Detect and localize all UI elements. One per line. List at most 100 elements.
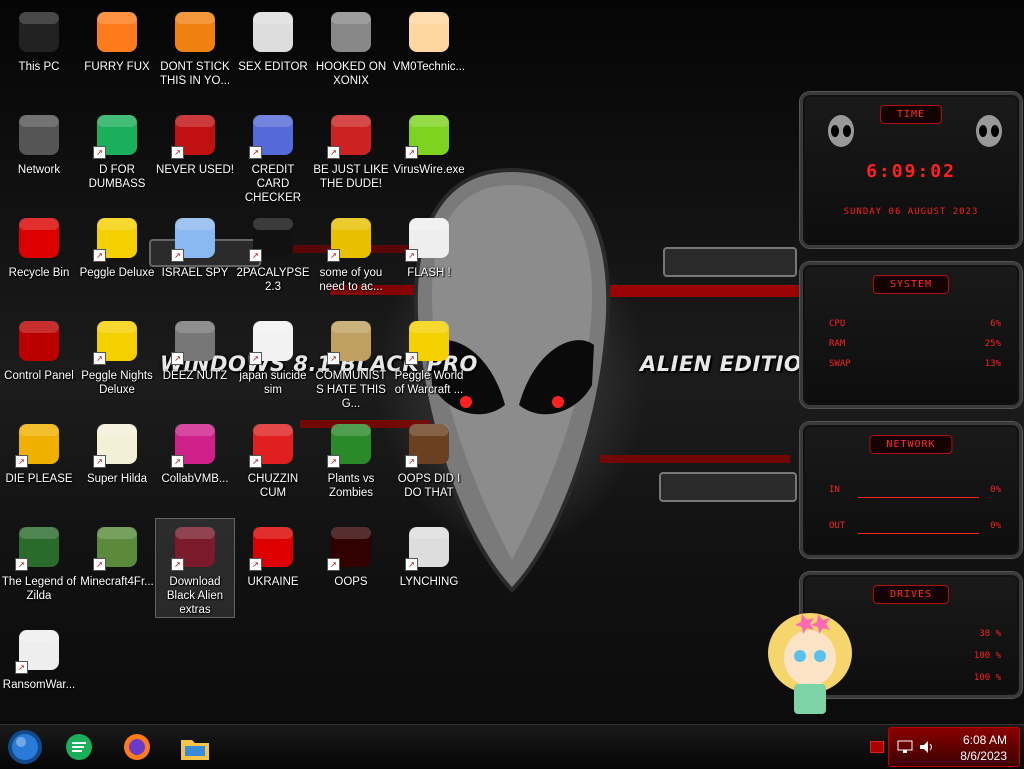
desktop-icon-label: Peggle Nights Deluxe [81, 370, 153, 396]
minecraft-icon: ↗ [93, 523, 141, 571]
desktop-icon[interactable]: ↗ LYNCHING [390, 519, 468, 589]
desktop-icon[interactable]: VM0Technic... [390, 4, 468, 74]
desktop-icon[interactable]: ↗ FLASH ! [390, 210, 468, 280]
desktop-icon-label: RansomWar... [2, 679, 76, 691]
shortcut-arrow-icon: ↗ [249, 352, 262, 365]
network-tray-icon[interactable] [897, 740, 913, 754]
start-button[interactable] [6, 728, 44, 766]
radiation-icon: ↗ [249, 523, 297, 571]
desktop-icon[interactable]: ↗ NEVER USED! [156, 107, 234, 177]
tray-clock[interactable]: 6:08 AM 8/6/2023 [960, 732, 1007, 764]
desktop-icon[interactable]: ↗ VirusWire.exe [390, 107, 468, 177]
desktop-icon[interactable]: ↗ DIE PLEASE [0, 416, 78, 486]
desktop-icon[interactable]: This PC [0, 4, 78, 74]
desktop-icon[interactable]: ↗ COMMUNISTS HATE THIS G... [312, 313, 390, 411]
desktop-icon[interactable]: ↗ BE JUST LIKE THE DUDE! [312, 107, 390, 191]
network-out-row: OUT 0% [829, 521, 1001, 531]
desktop-icon-label: NEVER USED! [156, 164, 234, 176]
desktop-icon[interactable]: ↗ Plants vs Zombies [312, 416, 390, 500]
japan-sim-icon: ↗ [249, 317, 297, 365]
desktop-icon-label: FURRY FUX [84, 61, 150, 73]
desktop-icon[interactable]: HOOKED ON XONIX [312, 4, 390, 88]
shortcut-arrow-icon: ↗ [249, 146, 262, 159]
desktop-icon[interactable]: ↗ Peggle Deluxe [78, 210, 156, 280]
flash-doc-icon: ↗ [405, 214, 453, 262]
desktop-icon[interactable]: ↗ The Legend of Zilda [0, 519, 78, 603]
santa-icon: ↗ [327, 111, 375, 159]
desktop-icon[interactable]: ↗ D FOR DUMBASS [78, 107, 156, 191]
clock-display: 6:09:02 [866, 161, 956, 182]
shortcut-arrow-icon: ↗ [93, 146, 106, 159]
network-out-graph [858, 533, 979, 534]
firefox-icon [124, 734, 150, 760]
desktop-icon[interactable]: ↗ OOPS DID I DO THAT [390, 416, 468, 500]
desktop-icon[interactable]: DONT STICK THIS IN YO... [156, 4, 234, 88]
shortcut-arrow-icon: ↗ [405, 455, 418, 468]
desktop-icon-label: VirusWire.exe [393, 164, 465, 176]
network-in-row: IN 0% [829, 485, 1001, 495]
desktop-icon[interactable]: ↗ ISRAEL SPY [156, 210, 234, 280]
shortcut-arrow-icon: ↗ [15, 558, 28, 571]
system-widget[interactable]: SYSTEM CPU 6% RAM 25% SWAP 13% [800, 262, 1022, 408]
system-widget-title: SYSTEM [872, 275, 950, 294]
desktop-icon-label: ISRAEL SPY [161, 267, 229, 279]
ram-row: RAM 25% [829, 339, 1001, 349]
shortcut-arrow-icon: ↗ [405, 558, 418, 571]
control-panel-icon [15, 317, 63, 365]
stack-icon: ↗ [171, 317, 219, 365]
shortcut-arrow-icon: ↗ [327, 146, 340, 159]
shortcut-arrow-icon: ↗ [171, 455, 184, 468]
taskbar-firefox[interactable] [118, 728, 156, 766]
shortcut-arrow-icon: ↗ [249, 558, 262, 571]
desktop-icon[interactable]: ↗ Peggle World of Warcraft ... [390, 313, 468, 397]
desktop-icon-label: some of you need to ac... [319, 267, 383, 293]
desktop-icon[interactable]: ↗ CREDIT CARD CHECKER [234, 107, 312, 205]
desktop-icon[interactable]: ↗ Download Black Alien extras [155, 518, 235, 618]
recycle-bin-icon [15, 214, 63, 262]
desktop-icon[interactable]: ↗ Super Hilda [78, 416, 156, 486]
desktop-icon[interactable]: ↗ DEEZ NUTZ [156, 313, 234, 383]
desktop-icon[interactable]: Control Panel [0, 313, 78, 383]
taskbar-explorer[interactable] [176, 728, 214, 766]
taskbar-green-app[interactable] [60, 728, 98, 766]
shortcut-arrow-icon: ↗ [171, 558, 184, 571]
desktop-icon[interactable]: FURRY FUX [78, 4, 156, 74]
desktop-icon[interactable]: Recycle Bin [0, 210, 78, 280]
swap-row: SWAP 13% [829, 359, 1001, 369]
desktop-icon[interactable]: ↗ UKRAINE [234, 519, 312, 589]
xonix-icon [327, 8, 375, 56]
network-widget[interactable]: NETWORK IN 0% OUT 0% [800, 422, 1022, 558]
desktop-icon[interactable]: ↗ RansomWar... [0, 622, 78, 692]
desktop-icon[interactable]: ↗ OOPS [312, 519, 390, 589]
desktop-icon[interactable]: ↗ CollabVMB... [156, 416, 234, 486]
shortcut-arrow-icon: ↗ [171, 249, 184, 262]
tray-time: 6:08 AM [962, 733, 1007, 747]
start-orb-icon [8, 730, 42, 764]
desktop-icon-label: DONT STICK THIS IN YO... [159, 61, 231, 87]
time-widget[interactable]: TIME 6:09:02 SUNDAY 06 AUGUST 2023 [800, 92, 1022, 248]
zilda-icon: ↗ [15, 523, 63, 571]
desktop-icon[interactable]: ↗ Peggle Nights Deluxe [78, 313, 156, 397]
shortcut-arrow-icon: ↗ [405, 352, 418, 365]
shortcut-arrow-icon: ↗ [15, 455, 28, 468]
show-hidden-icons-icon[interactable] [870, 741, 884, 753]
date-display: SUNDAY 06 AUGUST 2023 [843, 207, 979, 217]
desktop-icon-label: Network [17, 164, 61, 176]
desktop-icon[interactable]: SEX EDITOR [234, 4, 312, 74]
desktop-icon[interactable]: ↗ Minecraft4Fr... [78, 519, 156, 589]
hilda-icon: ↗ [93, 420, 141, 468]
desktop-icon-label: Minecraft4Fr... [80, 576, 154, 588]
volume-icon[interactable] [919, 740, 935, 754]
desktop-icon-label: Plants vs Zombies [327, 473, 375, 499]
desktop-icon[interactable]: ↗ CHUZZIN CUM [234, 416, 312, 500]
beaver-icon: ↗ [327, 214, 375, 262]
desktop-icon[interactable]: ↗ japan suicide sim [234, 313, 312, 397]
desktop-icon[interactable]: ↗ some of you need to ac... [312, 210, 390, 294]
portrait-icon: ↗ [405, 420, 453, 468]
peggle-icon: ↗ [93, 317, 141, 365]
desktop-icon-label: OOPS [334, 576, 368, 588]
desktop-icon[interactable]: ↗ 2PACALYPSE 2.3 [234, 210, 312, 294]
desktop-icon-label: Super Hilda [86, 473, 148, 485]
desktop-icon-label: LYNCHING [399, 576, 459, 588]
desktop-icon[interactable]: Network [0, 107, 78, 177]
